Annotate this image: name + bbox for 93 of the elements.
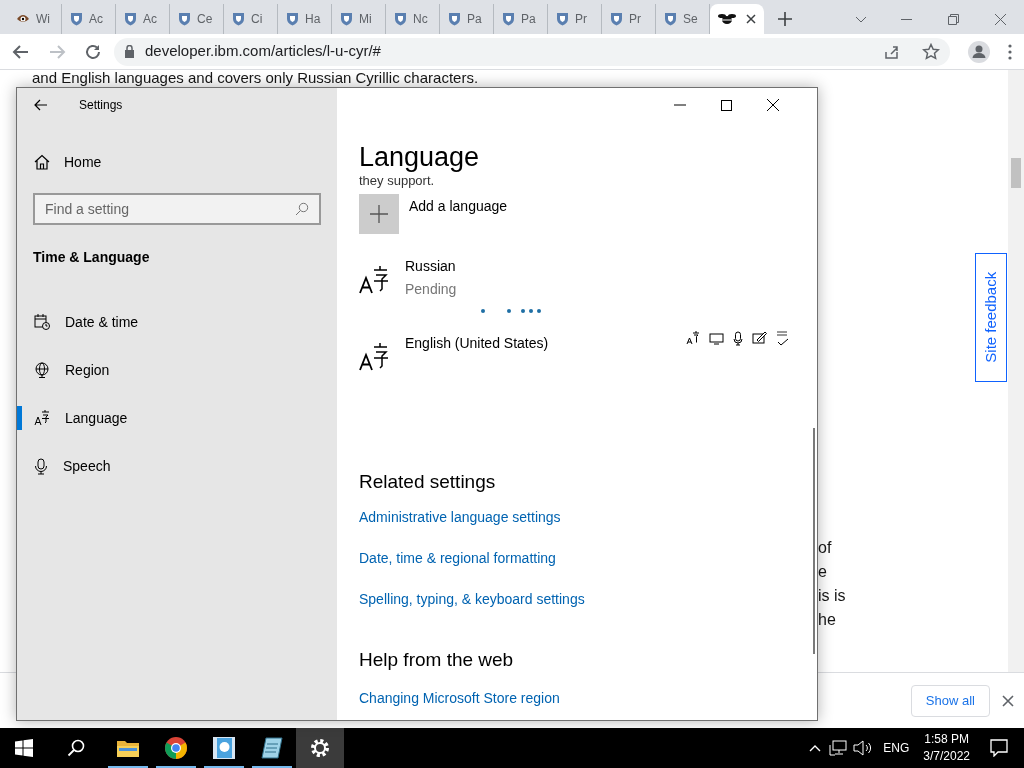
scrollbar[interactable]: [1008, 70, 1024, 672]
progress-dots: [480, 308, 542, 314]
window-title: Settings: [79, 97, 123, 114]
section-heading: Time & Language: [32, 248, 151, 267]
language-name: English (United States): [405, 334, 549, 353]
reload-icon[interactable]: [84, 42, 102, 61]
shield-icon: [502, 12, 515, 26]
settings-link[interactable]: Changing Microsoft Store region: [359, 688, 560, 709]
nav-item[interactable]: Speech: [17, 442, 337, 490]
search-field[interactable]: Find a setting: [33, 193, 321, 225]
notification-icon[interactable]: [990, 739, 1008, 757]
shield-icon: [394, 12, 407, 26]
menu-icon[interactable]: [1008, 43, 1012, 60]
section-heading: Related settings: [359, 470, 497, 494]
status-text: Pending: [405, 280, 457, 299]
gear-icon: [309, 737, 331, 759]
shield-icon: [610, 12, 623, 26]
search-icon[interactable]: [67, 739, 85, 757]
chrome-icon: [164, 736, 188, 760]
shield-icon: [286, 12, 299, 26]
site-feedback-tab[interactable]: Site feedback: [975, 253, 1007, 382]
input-language[interactable]: ENG: [883, 739, 910, 757]
clock-time[interactable]: 1:58 PM: [924, 731, 969, 748]
language-pack-icon: [686, 331, 700, 345]
settings-link[interactable]: Spelling, typing, & keyboard settings: [359, 588, 585, 610]
browser-tab[interactable]: [710, 4, 764, 34]
chevron-up-icon[interactable]: [809, 744, 822, 752]
network-icon[interactable]: [829, 740, 848, 756]
scrollbar[interactable]: [813, 428, 815, 654]
address-bar[interactable]: developer.ibm.com/articles/l-u-cyr/#: [114, 37, 950, 66]
home-item[interactable]: Home: [17, 140, 337, 184]
article-text: is is: [818, 586, 846, 606]
help-book-icon: [212, 736, 236, 760]
shield-icon: [178, 12, 191, 26]
article-text: e: [818, 562, 827, 582]
url-text: developer.ibm.com/articles/l-u-cyr/#: [145, 41, 381, 62]
article-text: of: [818, 538, 832, 558]
language-icon: [359, 266, 389, 294]
lock-icon: [124, 45, 135, 58]
description-text: they support.: [359, 174, 435, 188]
close-icon[interactable]: [767, 99, 779, 111]
show-all-button[interactable]: Show all: [910, 684, 990, 717]
notepad-icon: [260, 736, 284, 760]
article-text: he: [818, 610, 836, 630]
clock-date[interactable]: 3/7/2022: [923, 748, 970, 765]
article-text: and English languages and covers only Russian Cyrillic characters.: [32, 70, 479, 85]
shield-icon: [124, 12, 137, 26]
nav-item[interactable]: Date & time: [17, 298, 337, 346]
shield-icon: [340, 12, 353, 26]
section-heading: Help from the web: [359, 647, 515, 672]
language-icon: [34, 410, 50, 426]
start-icon[interactable]: [15, 739, 33, 757]
settings-link[interactable]: Administrative language settings: [359, 506, 561, 528]
shield-icon: [232, 12, 245, 26]
folder-icon: [116, 738, 140, 758]
close-icon[interactable]: [746, 14, 756, 24]
search-icon: [295, 202, 309, 216]
list-entry[interactable]: Russian Pending: [359, 254, 789, 331]
display-icon: [709, 331, 724, 345]
bee-icon: [718, 13, 736, 25]
profile-icon[interactable]: [968, 40, 990, 63]
language-icon: [359, 343, 389, 371]
plus-icon: [370, 205, 388, 223]
shield-icon: [556, 12, 569, 26]
share-icon[interactable]: [884, 43, 900, 60]
back-icon[interactable]: [12, 42, 30, 61]
selection-indicator: [17, 406, 22, 430]
minimize-icon[interactable]: [901, 18, 912, 20]
handwriting-icon: [752, 331, 767, 344]
taskbar-app[interactable]: [296, 728, 344, 768]
maximize-icon[interactable]: [721, 99, 732, 111]
microphone-icon: [733, 331, 743, 346]
globe-icon: [34, 362, 50, 378]
calendar-icon: [34, 314, 50, 330]
shield-icon: [664, 12, 677, 26]
page-heading: Language: [359, 141, 481, 174]
microphone-icon: [34, 457, 48, 475]
back-icon[interactable]: [34, 99, 48, 111]
settings-link[interactable]: Date, time & regional formatting: [359, 547, 556, 569]
close-icon[interactable]: [1002, 694, 1014, 707]
star-icon[interactable]: [922, 42, 940, 61]
shield-icon: [70, 12, 83, 26]
restore-icon[interactable]: [948, 13, 959, 25]
add-language-button[interactable]: Add a language: [359, 194, 508, 234]
home-icon: [34, 154, 50, 170]
shield-icon: [448, 12, 461, 26]
new-tab-icon[interactable]: [778, 12, 792, 26]
nav-item[interactable]: Region: [17, 346, 337, 394]
volume-icon[interactable]: [853, 740, 874, 756]
chevron-down-icon[interactable]: [855, 15, 867, 23]
language-name: Russian: [405, 257, 456, 276]
spellcheck-icon: [776, 331, 789, 346]
list-entry[interactable]: English (United States): [359, 331, 789, 408]
